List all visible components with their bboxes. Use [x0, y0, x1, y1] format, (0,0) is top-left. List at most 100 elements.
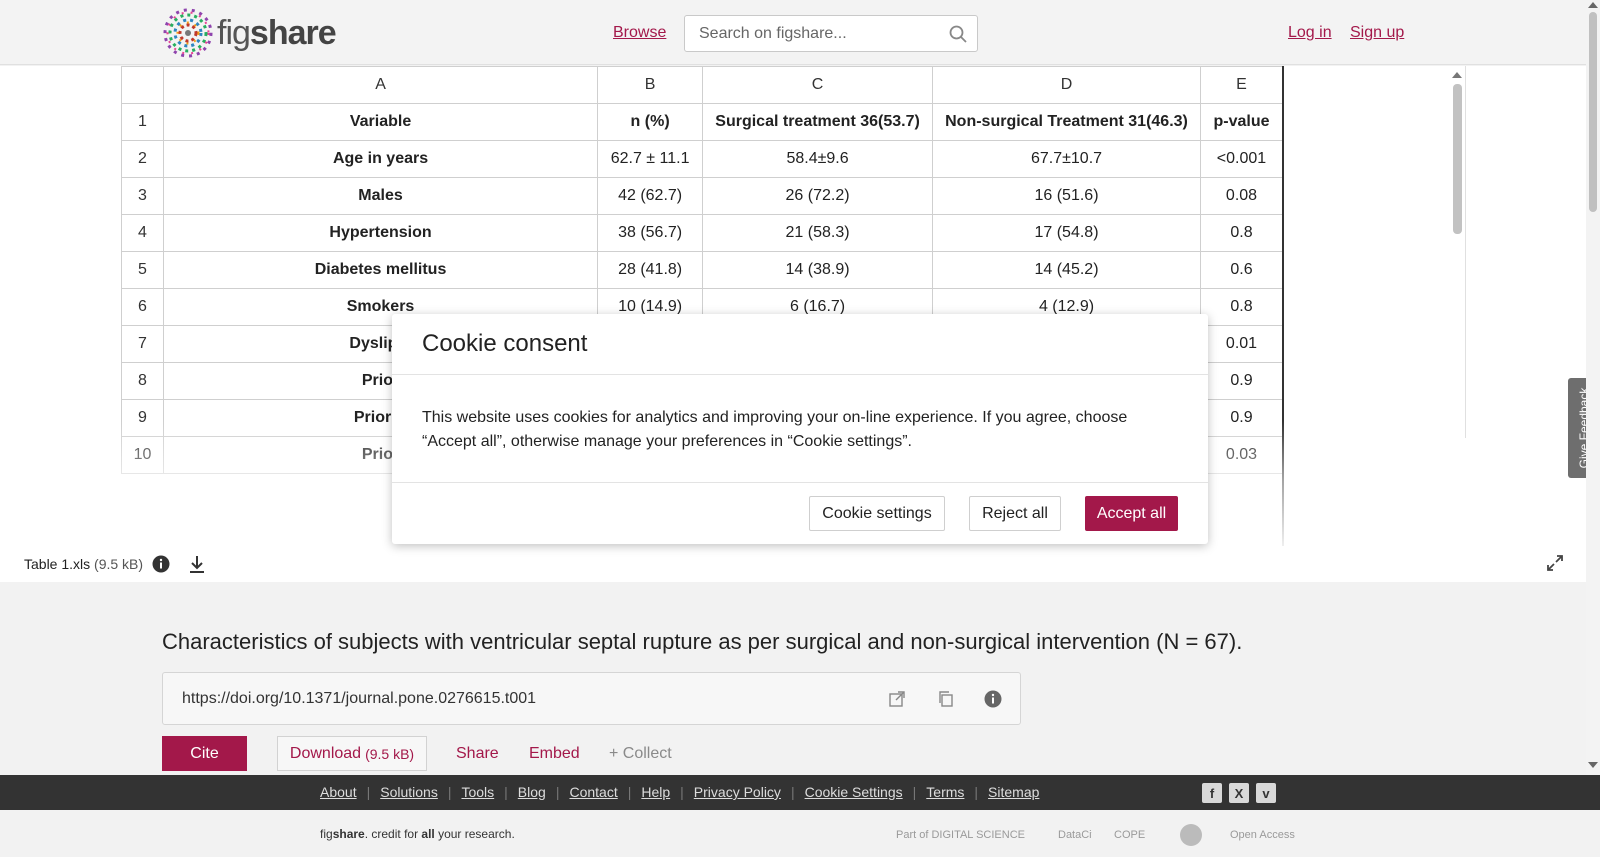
footer-link-contact[interactable]: Contact: [569, 784, 617, 800]
footer-separator: |: [555, 784, 560, 800]
table-cell: Variable: [162, 103, 599, 141]
footer-link-blog[interactable]: Blog: [518, 784, 546, 800]
doi-link[interactable]: https://doi.org/10.1371/journal.pone.027…: [182, 690, 536, 708]
accept-all-button[interactable]: Accept all: [1085, 496, 1178, 531]
footer-link-sitemap[interactable]: Sitemap: [988, 784, 1039, 800]
cookie-dialog-title: Cookie consent: [422, 330, 588, 357]
external-link-icon[interactable]: [888, 690, 906, 708]
cookie-dialog-body: This website uses cookies for analytics …: [422, 409, 1128, 450]
table-cell: 14 (38.9): [702, 251, 934, 289]
footer-nav: About | Solutions | Tools | Blog | Contact | Help |…: [0, 775, 1600, 810]
footer-separator: |: [504, 784, 508, 800]
table-cell: Age in years: [162, 140, 599, 178]
embed-link[interactable]: Embed: [529, 745, 580, 763]
footer-separator: |: [366, 784, 371, 800]
column-header-e: E: [1199, 66, 1283, 104]
item-details: Characteristics of subjects with ventric…: [0, 582, 1586, 775]
row-number: 3: [121, 177, 164, 215]
table-cell: 17 (54.8): [932, 214, 1201, 252]
table-cell: Diabetes mellitus: [162, 251, 599, 289]
datacite-logo[interactable]: DataCite: [1058, 824, 1092, 846]
footer-link-cookie-settings[interactable]: Cookie Settings: [805, 784, 903, 800]
table-cell: <0.001: [1199, 140, 1283, 178]
figshare-logo[interactable]: figshare: [162, 7, 337, 59]
cookie-settings-button[interactable]: Cookie settings: [809, 496, 945, 531]
footer-separator: |: [974, 784, 979, 800]
footer-credit: figshare. credit for all your research.: [320, 827, 515, 841]
collect-link[interactable]: + Collect: [609, 745, 672, 763]
table-cell: 21 (58.3): [702, 214, 934, 252]
table-cell: 0.9: [1199, 362, 1283, 400]
login-link[interactable]: Log in: [1288, 24, 1332, 42]
footer-separator: |: [790, 784, 795, 800]
row-number: 6: [121, 288, 164, 326]
download-label: Download: [289, 744, 362, 762]
table-cell: 0.01: [1199, 325, 1283, 363]
table-cell: 42 (62.7): [597, 177, 704, 215]
table-cell: 58.4±9.6: [702, 140, 934, 178]
footer-separator: |: [680, 784, 684, 800]
site-header: figshare Browse Search on figshare... Lo…: [0, 0, 1600, 65]
fullscreen-icon[interactable]: [1546, 554, 1564, 572]
vimeo-icon[interactable]: v: [1256, 783, 1276, 803]
table-cell: Hypertension: [162, 214, 599, 252]
search-icon[interactable]: [949, 25, 967, 43]
download-icon[interactable]: [188, 554, 206, 574]
footer-links: About | Solutions | Tools | Blog | Contact | Help |…: [320, 784, 1039, 800]
page-scroll-down-arrow[interactable]: [1588, 762, 1598, 768]
footer-separator: |: [627, 784, 632, 800]
table-row: 1 Variable n (%) Surgical treatment 36(53.7…: [121, 103, 1283, 141]
doi-info-icon[interactable]: [984, 690, 1002, 708]
browse-link[interactable]: Browse: [613, 24, 666, 42]
page-scrollbar[interactable]: [1586, 0, 1600, 775]
table-row: 5 Diabetes mellitus 28 (41.8) 14 (38.9) 14 (…: [121, 251, 1283, 289]
share-link[interactable]: Share: [456, 745, 499, 763]
row-number: 2: [121, 140, 164, 178]
table-cell: 38 (56.7): [597, 214, 704, 252]
digital-science-logo[interactable]: Part of DIGITAL SCIENCE: [896, 824, 1025, 846]
column-header-a: A: [162, 66, 599, 104]
reject-all-button[interactable]: Reject all: [969, 496, 1061, 531]
row-number: 7: [121, 325, 164, 363]
column-header-d: D: [932, 66, 1201, 104]
table-cell: 0.6: [1199, 251, 1283, 289]
cope-logo[interactable]: COPE: [1114, 824, 1145, 846]
table-cell: Surgical treatment 36(53.7): [702, 103, 934, 141]
footer-link-privacy-policy[interactable]: Privacy Policy: [694, 784, 781, 800]
search-input[interactable]: Search on figshare...: [684, 15, 978, 52]
download-size: (9.5 kB): [365, 745, 415, 762]
footer-link-tools[interactable]: Tools: [461, 784, 494, 800]
info-icon[interactable]: [152, 555, 170, 573]
row-number: 8: [121, 362, 164, 400]
table-cell: 14 (45.2): [932, 251, 1201, 289]
footer-link-about[interactable]: About: [320, 784, 357, 800]
open-access-logo[interactable]: Open Access: [1230, 824, 1295, 846]
x-twitter-icon[interactable]: X: [1229, 783, 1249, 803]
facebook-icon[interactable]: f: [1202, 783, 1222, 803]
partner-seal-icon[interactable]: [1180, 824, 1202, 846]
footer-link-solutions[interactable]: Solutions: [380, 784, 438, 800]
signup-link[interactable]: Sign up: [1350, 24, 1404, 42]
copy-icon[interactable]: [937, 690, 955, 708]
table-cell: 0.08: [1199, 177, 1283, 215]
page-scrollbar-thumb[interactable]: [1589, 12, 1597, 212]
figshare-logo-icon: [163, 8, 213, 58]
download-button[interactable]: Download (9.5 kB): [277, 736, 427, 771]
table-cell: 0.8: [1199, 214, 1283, 252]
cite-button[interactable]: Cite: [162, 736, 247, 771]
table-cell: n (%): [597, 103, 704, 141]
table-cell: Non-surgical Treatment 31(46.3): [932, 103, 1201, 141]
footer-bottom: figshare. credit for all your research. …: [0, 810, 1600, 857]
footer-separator: |: [447, 784, 452, 800]
divider: [392, 374, 1208, 375]
row-number: 1: [121, 103, 164, 141]
footer-link-help[interactable]: Help: [641, 784, 670, 800]
table-row: 3 Males 42 (62.7) 26 (72.2) 16 (51.6) 0.08: [121, 177, 1283, 215]
file-bar: Table 1.xls (9.5 kB): [0, 548, 1600, 582]
preview-scrollbar-track: [1465, 66, 1466, 438]
table-cell: Males: [162, 177, 599, 215]
page-scroll-up-arrow[interactable]: [1588, 2, 1598, 8]
preview-scroll-up-arrow[interactable]: [1452, 72, 1462, 78]
preview-scrollbar-thumb[interactable]: [1453, 84, 1462, 234]
footer-link-terms[interactable]: Terms: [926, 784, 964, 800]
